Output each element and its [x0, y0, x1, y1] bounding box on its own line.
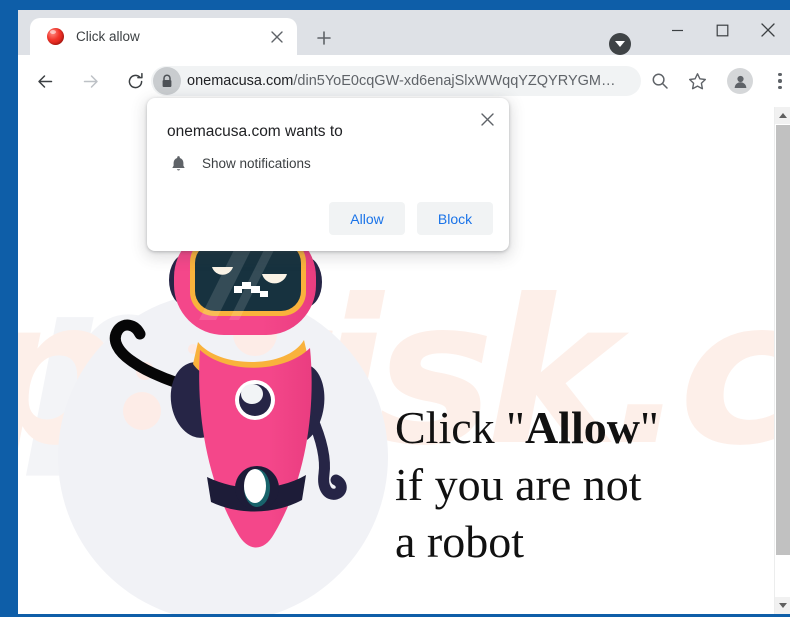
tab-strip: Click allow	[18, 10, 790, 55]
tab-close-button[interactable]	[264, 24, 290, 50]
magnifier-icon	[652, 73, 668, 89]
profile-button[interactable]	[726, 67, 754, 95]
star-icon	[688, 72, 706, 89]
scroll-up-button[interactable]	[775, 107, 790, 124]
window-caption-buttons	[655, 10, 790, 50]
three-dot-menu-icon	[778, 72, 782, 90]
headline-line-1: Click "Allow"	[395, 399, 725, 456]
red-sphere-favicon	[47, 28, 64, 45]
bell-icon-wrapper	[167, 155, 189, 172]
minimize-button[interactable]	[655, 10, 700, 50]
pink-robot-mascot	[109, 227, 347, 548]
zoom-button[interactable]	[646, 67, 674, 95]
page-scrollbar[interactable]	[774, 107, 790, 614]
notification-permission-dialog: onemacusa.com wants to Show notification…	[147, 98, 509, 251]
browser-window: Click allow onemacusa.com/din5YoE0cqGW-x…	[0, 0, 790, 617]
block-button[interactable]: Block	[417, 202, 493, 235]
dialog-permission-row: Show notifications	[167, 155, 311, 172]
lock-icon	[162, 74, 172, 87]
tab-search-button[interactable]	[609, 33, 631, 55]
page-headline: Click "Allow" if you are not a robot	[395, 399, 725, 570]
headline-quote-open: "	[506, 402, 525, 453]
browser-menu-button[interactable]	[766, 67, 790, 95]
chevron-down-circle-icon	[615, 41, 625, 47]
scroll-up-arrow-icon	[779, 113, 787, 118]
bookmark-button[interactable]	[683, 67, 711, 95]
allow-button[interactable]: Allow	[329, 202, 405, 235]
scroll-down-arrow-icon	[779, 603, 787, 608]
plus-icon	[316, 30, 331, 45]
arrow-right-icon	[83, 74, 98, 88]
headline-allow-word: Allow	[524, 402, 640, 453]
close-icon	[760, 23, 775, 37]
close-icon	[480, 112, 494, 126]
dialog-close-button[interactable]	[474, 106, 500, 132]
browser-tab[interactable]: Click allow	[30, 18, 297, 55]
window-close-button[interactable]	[745, 10, 790, 50]
close-icon	[271, 30, 283, 43]
tab-title: Click allow	[76, 29, 140, 44]
forward-button	[76, 67, 104, 95]
arrow-left-icon	[37, 74, 52, 88]
url-domain: onemacusa.com	[187, 73, 294, 89]
avatar	[727, 68, 753, 94]
address-bar-url: onemacusa.com/din5YoE0cqGW-xd6enajSlxWWq…	[187, 73, 641, 89]
new-tab-button[interactable]	[310, 24, 337, 51]
maximize-button[interactable]	[700, 10, 745, 50]
maximize-icon	[716, 24, 729, 36]
headline-quote-close: "	[639, 402, 659, 453]
headline-line-3: a robot	[395, 516, 525, 567]
url-path: /din5YoE0cqGW-xd6enajSlxWWqqYZQYRYGM…	[293, 73, 616, 89]
browser-window-inner: Click allow onemacusa.com/din5YoE0cqGW-x…	[18, 10, 790, 614]
person-avatar-icon	[734, 75, 746, 88]
dialog-actions: Allow Block	[329, 202, 493, 235]
dialog-title: onemacusa.com wants to	[167, 123, 343, 140]
headline-click-word: Click	[395, 402, 507, 453]
headline-line-2: if you are not	[395, 459, 642, 510]
back-button[interactable]	[31, 67, 59, 95]
reload-button[interactable]	[121, 67, 149, 95]
reload-icon	[128, 72, 143, 88]
site-security-button[interactable]	[153, 67, 181, 95]
address-bar[interactable]: onemacusa.com/din5YoE0cqGW-xd6enajSlxWWq…	[151, 66, 641, 96]
minimize-icon	[672, 29, 683, 31]
dialog-permission-label: Show notifications	[202, 156, 311, 171]
scroll-down-button[interactable]	[775, 597, 790, 614]
scrollbar-thumb[interactable]	[776, 125, 790, 555]
bell-icon	[171, 156, 185, 171]
